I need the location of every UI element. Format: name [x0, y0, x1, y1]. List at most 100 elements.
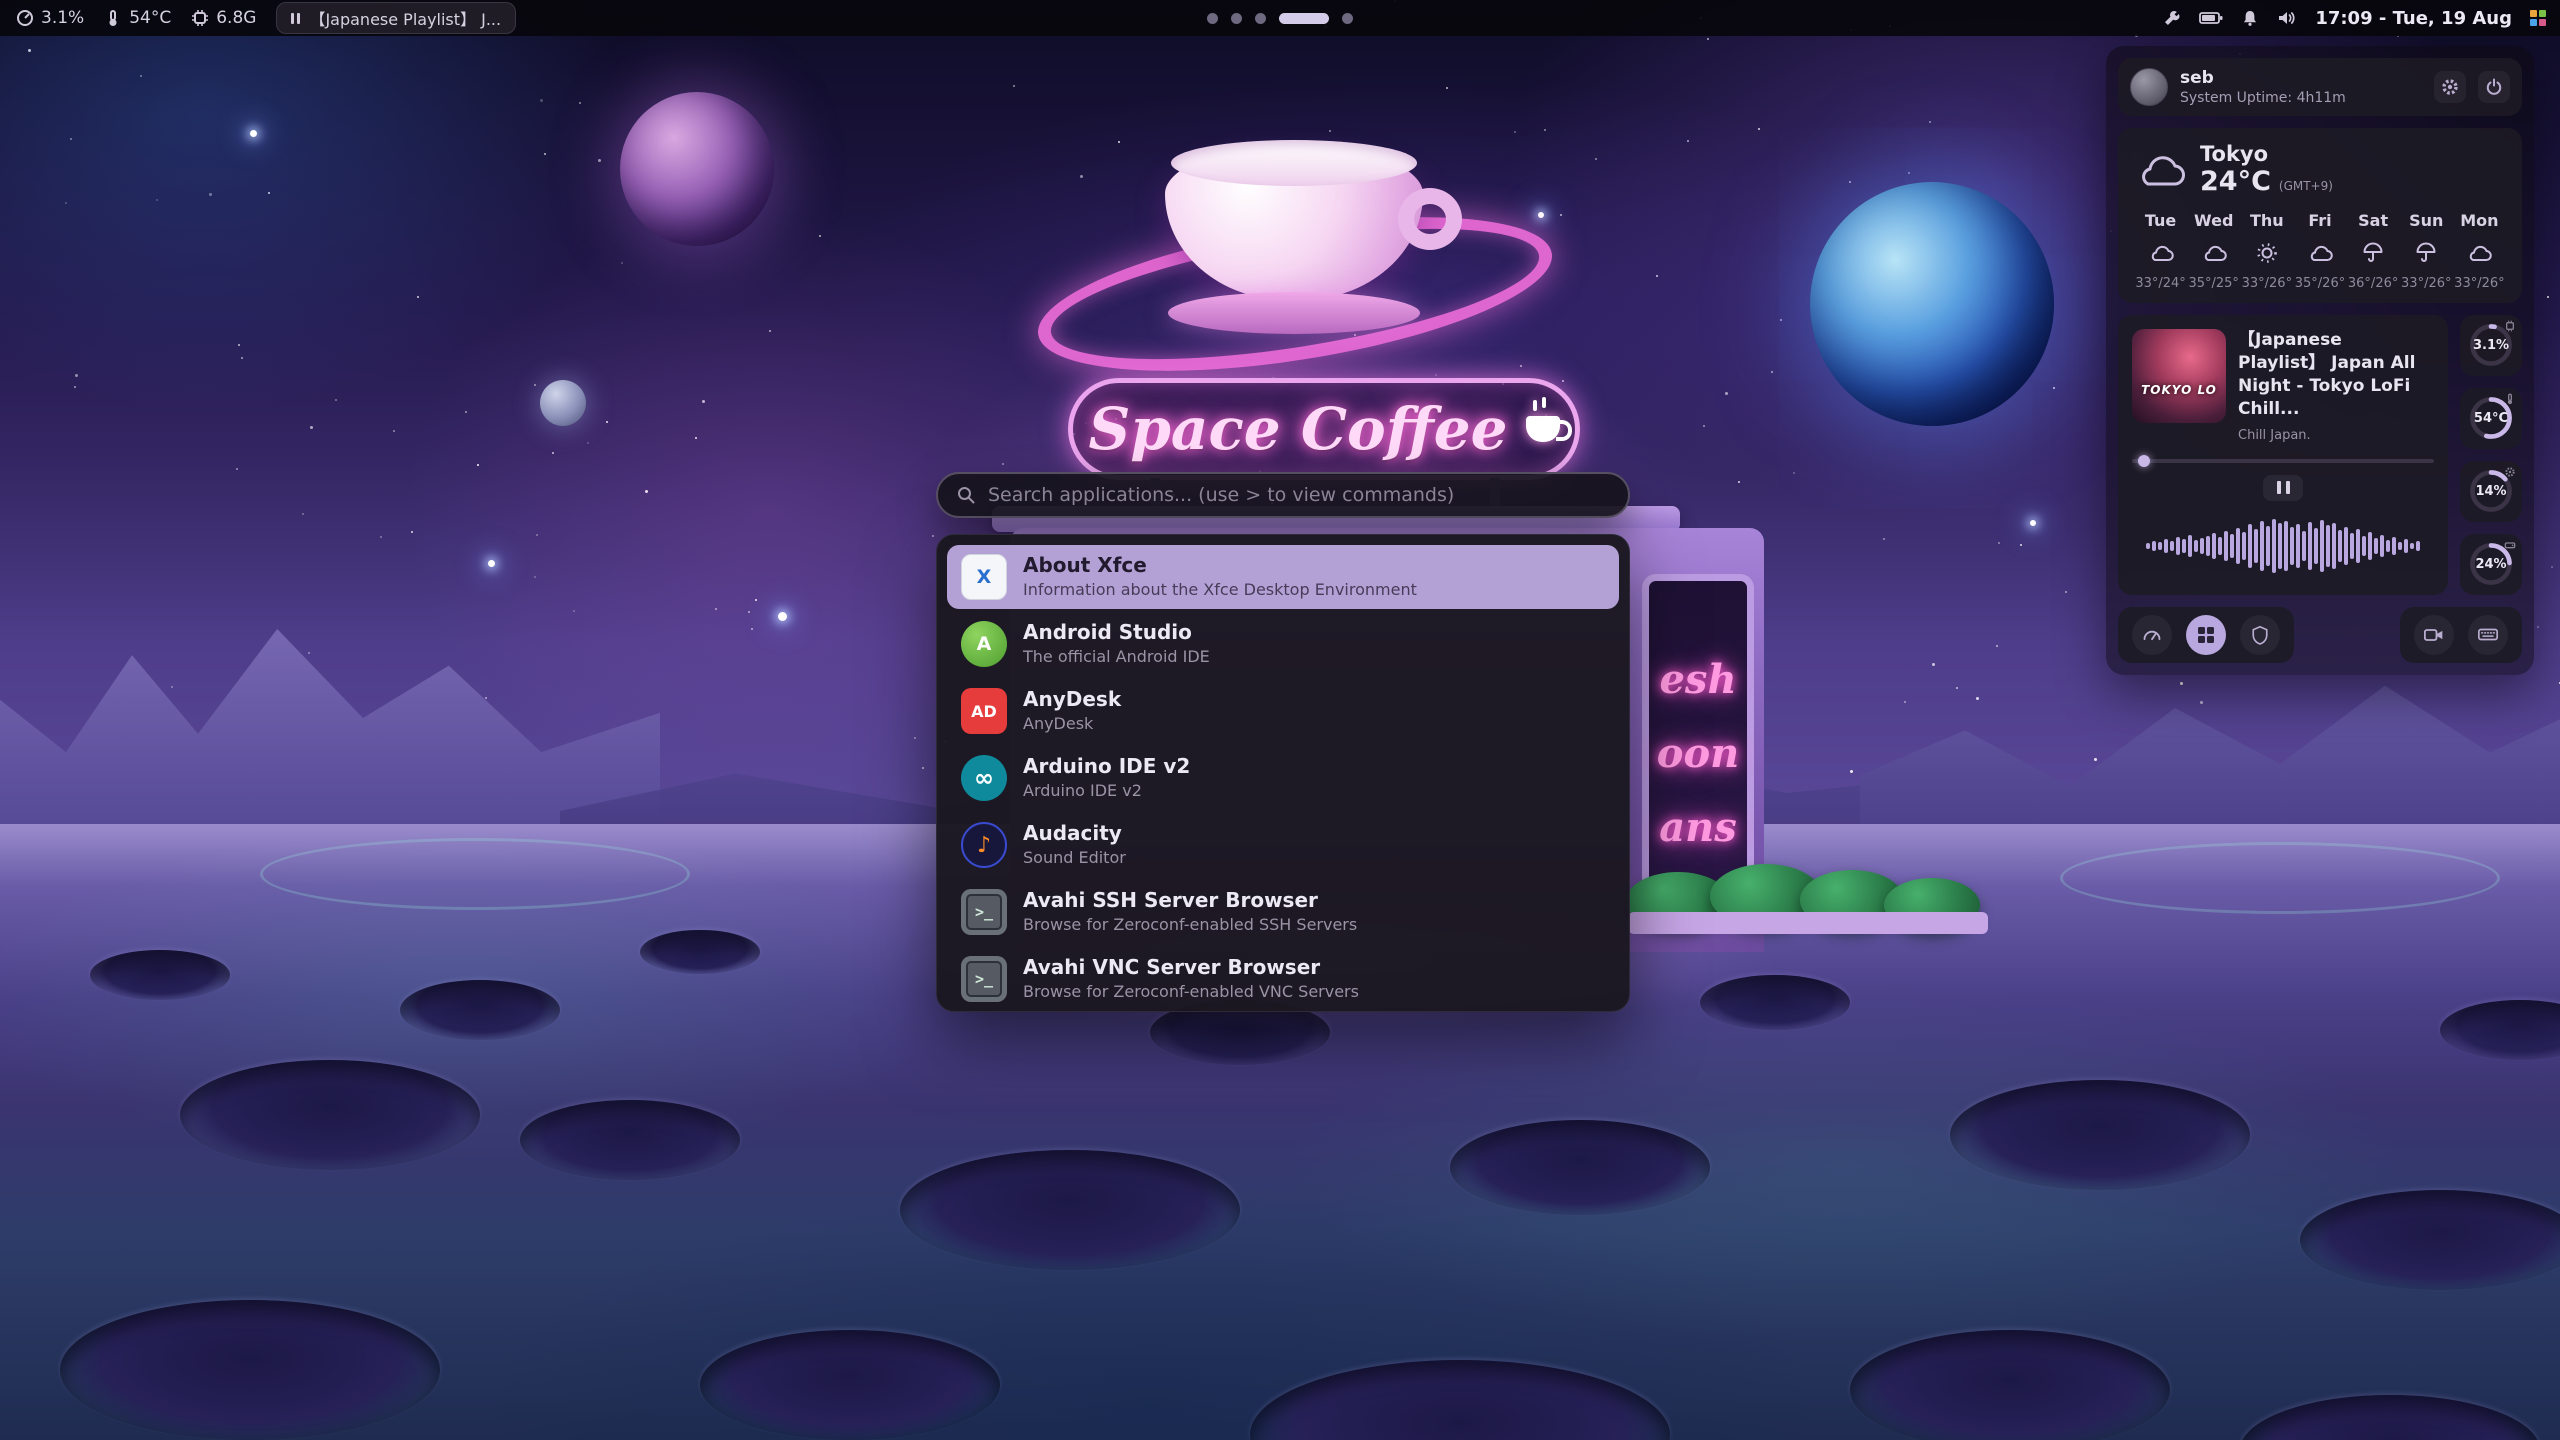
screen-record-button[interactable] — [2414, 615, 2454, 655]
cpu-gauge-icon — [16, 9, 34, 27]
app-launcher: X About Xfce Information about the Xfce … — [936, 472, 1630, 1012]
forecast-day: Sat 36°/26° — [2347, 211, 2400, 291]
waveform-bar — [2170, 541, 2174, 551]
crater — [900, 1150, 1240, 1270]
media-pill-title: 【Japanese Playlist】 J... — [309, 6, 501, 30]
waveform-bar — [2176, 537, 2180, 555]
waveform-bar — [2224, 531, 2228, 561]
memory-value: 6.8G — [216, 8, 256, 28]
star — [250, 130, 257, 137]
media-progress-bar[interactable] — [2132, 459, 2434, 463]
workspace-dot[interactable] — [1231, 13, 1242, 24]
waveform-bar — [2158, 542, 2162, 550]
app-row-text: Arduino IDE v2 Arduino IDE v2 — [1023, 754, 1190, 802]
workspace-dot[interactable] — [1342, 13, 1353, 24]
app-grid-toggle[interactable] — [2186, 615, 2226, 655]
app-name: AnyDesk — [1023, 687, 1121, 712]
app-description: Sound Editor — [1023, 848, 1126, 869]
power-button[interactable] — [2478, 71, 2510, 103]
power-icon — [2485, 78, 2503, 96]
weather-card[interactable]: Tokyo 24°C (GMT+9) Tue 33°/24° Wed 35°/2… — [2118, 128, 2522, 303]
crater — [1250, 1360, 1670, 1440]
speedometer-icon — [2142, 625, 2162, 645]
temperature-indicator[interactable]: 54°C — [104, 8, 171, 28]
waveform-bar — [2392, 537, 2396, 555]
keyboard-button[interactable] — [2468, 615, 2508, 655]
app-row-avahi-ssh[interactable]: >_ Avahi SSH Server Browser Browse for Z… — [947, 880, 1619, 944]
search-icon — [956, 485, 976, 505]
waveform-bar — [2206, 536, 2210, 556]
app-row-text: About Xfce Information about the Xfce De… — [1023, 553, 1417, 601]
waveform-bar — [2338, 530, 2342, 562]
memory-gauge: 14% — [2460, 461, 2522, 522]
android-studio-app-icon: A — [961, 621, 1007, 667]
waveform-bar — [2368, 532, 2372, 560]
temperature-value: 54°C — [129, 8, 171, 28]
tools-icon[interactable] — [2162, 9, 2181, 28]
progress-handle[interactable] — [2138, 455, 2150, 467]
planet-small-moon — [540, 380, 586, 426]
waveform-bar — [2350, 533, 2354, 559]
crater — [1850, 1330, 2170, 1440]
app-description: Browse for Zeroconf-enabled SSH Servers — [1023, 915, 1357, 936]
weather-temperature: 24°C — [2200, 166, 2271, 197]
workspace-active[interactable] — [1279, 13, 1329, 24]
app-row-about-xfce[interactable]: X About Xfce Information about the Xfce … — [947, 545, 1619, 609]
workspace-indicator[interactable] — [1207, 13, 1353, 24]
shield-icon — [2251, 625, 2269, 645]
battery-icon[interactable] — [2199, 10, 2223, 26]
forecast-day: Fri 35°/26° — [2293, 211, 2346, 291]
crater — [180, 1060, 480, 1170]
topbar-left: 3.1% 54°C 6.8G 【Japanese Playlist】 J... — [16, 2, 516, 34]
shield-toggle[interactable] — [2240, 615, 2280, 655]
avahi-vnc-app-icon: >_ — [961, 956, 1007, 1002]
waveform-bar — [2194, 540, 2198, 552]
album-art[interactable]: TOKYO LO — [2132, 329, 2226, 423]
media-subtitle: Chill Japan. — [2238, 428, 2434, 443]
system-uptime: System Uptime: 4h11m — [2180, 90, 2422, 106]
pause-button[interactable] — [2263, 475, 2303, 501]
umbrella-icon — [2415, 242, 2437, 264]
workspace-dot[interactable] — [1207, 13, 1218, 24]
memory-indicator[interactable]: 6.8G — [191, 8, 256, 28]
app-row-arduino-ide[interactable]: ∞ Arduino IDE v2 Arduino IDE v2 — [947, 746, 1619, 810]
app-row-anydesk[interactable]: AD AnyDesk AnyDesk — [947, 679, 1619, 743]
cpu-indicator[interactable]: 3.1% — [16, 8, 84, 28]
app-name: Avahi SSH Server Browser — [1023, 888, 1357, 913]
waveform-bar — [2386, 540, 2390, 552]
waveform-bar — [2152, 541, 2156, 551]
bell-icon[interactable] — [2241, 9, 2259, 27]
cpu-value: 3.1% — [41, 8, 84, 28]
waveform-bar — [2200, 538, 2204, 554]
app-row-avahi-vnc[interactable]: >_ Avahi VNC Server Browser Browse for Z… — [947, 947, 1619, 1011]
avatar[interactable] — [2130, 68, 2168, 106]
waveform-bar — [2416, 541, 2420, 551]
crater — [2300, 1190, 2560, 1290]
app-row-text: AnyDesk AnyDesk — [1023, 687, 1121, 735]
star — [488, 560, 495, 567]
crater — [520, 1100, 740, 1180]
toggle-group-right — [2400, 607, 2522, 663]
search-bar[interactable] — [936, 472, 1630, 518]
settings-button[interactable] — [2434, 71, 2466, 103]
waveform-bar — [2314, 528, 2318, 564]
cloud-icon — [2466, 244, 2492, 262]
clock[interactable]: 17:09 - Tue, 19 Aug — [2315, 8, 2512, 29]
weather-current: Tokyo 24°C (GMT+9) — [2134, 142, 2506, 197]
desktop: Space Coffee esh oon ans 3.1% 54°C — [0, 0, 2560, 1440]
toggle-group-left — [2118, 607, 2294, 663]
planet-purple — [620, 92, 774, 246]
volume-icon[interactable] — [2277, 9, 2297, 27]
app-row-android-studio[interactable]: A Android Studio The official Android ID… — [947, 612, 1619, 676]
crater — [700, 1330, 1000, 1440]
performance-toggle[interactable] — [2132, 615, 2172, 655]
workspace-dot[interactable] — [1255, 13, 1266, 24]
search-input[interactable] — [988, 484, 1610, 506]
memory-gauge-value: 14% — [2475, 484, 2506, 499]
media-pill[interactable]: 【Japanese Playlist】 J... — [276, 2, 516, 34]
app-row-text: Android Studio The official Android IDE — [1023, 620, 1210, 668]
app-row-audacity[interactable]: ♪ Audacity Sound Editor — [947, 813, 1619, 877]
app-grid-icon[interactable] — [2530, 10, 2546, 26]
crater — [1450, 1120, 1710, 1215]
crater-rim — [260, 838, 690, 910]
